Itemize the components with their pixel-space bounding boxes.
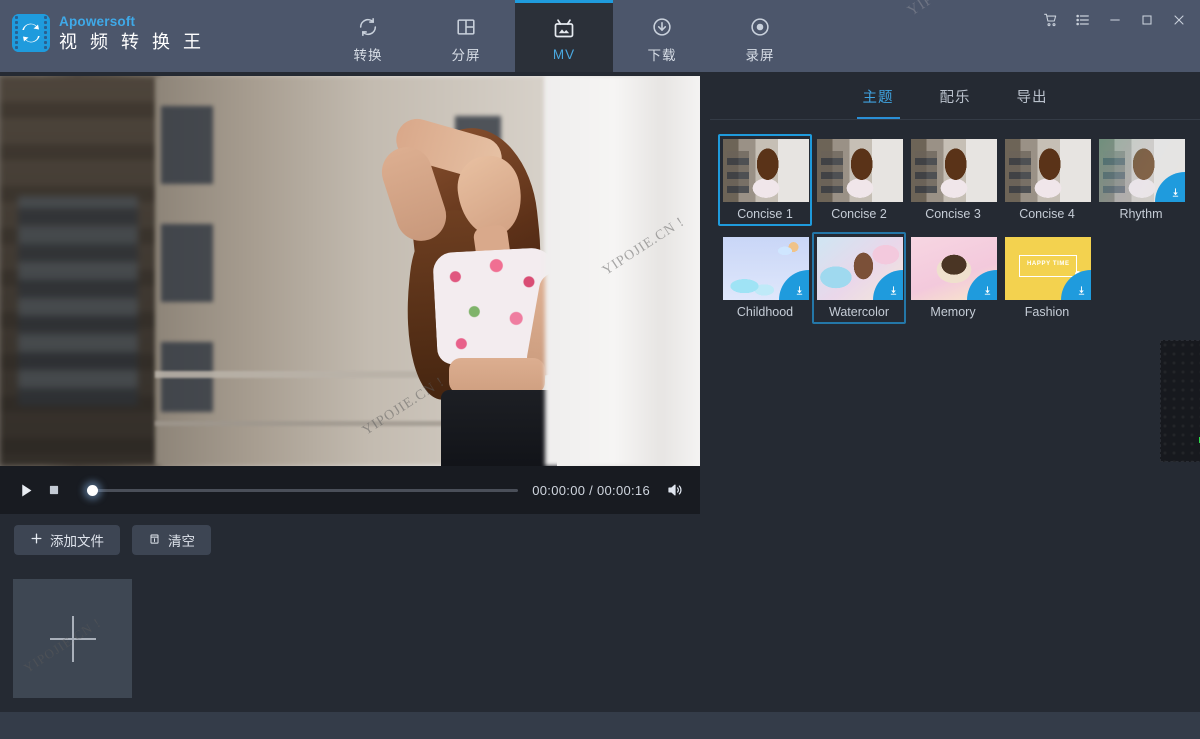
brand-name-cn: 视 频 转 换 王 [59, 33, 205, 51]
brand-name-en: Apowersoft [59, 15, 205, 29]
theme-label: Watercolor [817, 305, 901, 319]
theme-label: Concise 1 [723, 207, 807, 221]
theme-thumbnail [911, 139, 997, 202]
video-preview[interactable]: YIPOJIE.CN ! YIPOJIE.CN ! [0, 76, 700, 466]
seek-track [92, 489, 518, 492]
cart-icon[interactable] [1036, 6, 1066, 34]
tab-theme[interactable]: 主题 [857, 76, 900, 119]
preview-right-blur [545, 76, 700, 466]
theme-item-concise-2[interactable]: Concise 2 [812, 134, 906, 226]
file-toolbar: 添加文件 清空 [0, 514, 710, 566]
window-controls [1036, 6, 1194, 34]
theme-grid: Concise 1 Concise 2 Concise 3 Concise 4 [710, 120, 1200, 330]
theme-item-concise-4[interactable]: Concise 4 [1000, 134, 1094, 226]
theme-thumbnail [911, 237, 997, 300]
theme-thumbnail [723, 237, 809, 300]
nav-tab-record-label: 录屏 [746, 44, 775, 64]
theme-thumbnail [817, 237, 903, 300]
seek-handle[interactable] [87, 485, 98, 496]
nav-tab-record[interactable]: 录屏 [711, 0, 809, 72]
tab-theme-label: 主题 [863, 86, 894, 107]
theme-label: Memory [911, 305, 995, 319]
theme-label: Childhood [723, 305, 807, 319]
plus-icon [50, 616, 96, 662]
theme-item-memory[interactable]: Memory [906, 232, 1000, 324]
theme-label: Fashion [1005, 305, 1089, 319]
theme-label: Rhythm [1099, 207, 1183, 221]
add-media-dropzone[interactable]: YIPOJIE.CN ! [13, 579, 132, 698]
right-panel: 主题 配乐 导出 Concise 1 Concise 2 Concise 3 [710, 76, 1200, 514]
nav-tab-download[interactable]: 下载 [613, 0, 711, 72]
theme-label: Concise 4 [1005, 207, 1089, 221]
close-icon[interactable] [1164, 6, 1194, 34]
stop-button[interactable] [40, 476, 68, 504]
theme-item-watercolor[interactable]: Watercolor [812, 232, 906, 324]
theme-thumbnail [1099, 139, 1185, 202]
main-nav: 转换 分屏 [319, 0, 809, 72]
nav-tab-mv[interactable]: MV [515, 0, 613, 72]
tab-export[interactable]: 导出 [1011, 76, 1054, 119]
nav-tab-splitscreen-label: 分屏 [452, 44, 481, 64]
volume-icon[interactable] [662, 477, 688, 503]
nav-tab-splitscreen[interactable]: 分屏 [417, 0, 515, 72]
plus-icon [30, 532, 43, 548]
preview-left-blur [0, 76, 160, 466]
tab-export-label: 导出 [1017, 86, 1048, 107]
title-bar: Apowersoft 视 频 转 换 王 转换 [0, 0, 1200, 72]
seek-bar[interactable] [78, 476, 526, 504]
tab-soundtrack[interactable]: 配乐 [934, 76, 977, 119]
theme-thumbnail [817, 139, 903, 202]
clear-button[interactable]: 清空 [132, 525, 211, 555]
media-strip: YIPOJIE.CN ! [0, 566, 1200, 712]
overlay-popup-panel[interactable] [1160, 340, 1200, 462]
right-panel-tabs: 主题 配乐 导出 [710, 76, 1200, 120]
record-circle-icon [749, 16, 771, 38]
fashion-thumb-text: HAPPY TIME [1027, 261, 1070, 267]
tab-soundtrack-label: 配乐 [940, 86, 971, 107]
download-circle-icon [651, 16, 673, 38]
clear-button-label: 清空 [168, 530, 195, 550]
theme-thumbnail [1005, 139, 1091, 202]
brand: Apowersoft 视 频 转 换 王 [0, 0, 205, 52]
split-screen-icon [455, 16, 477, 38]
theme-item-concise-3[interactable]: Concise 3 [906, 134, 1000, 226]
convert-refresh-icon [357, 16, 379, 38]
minimize-icon[interactable] [1100, 6, 1130, 34]
theme-thumbnail [723, 139, 809, 202]
theme-label: Concise 2 [817, 207, 901, 221]
list-menu-icon[interactable] [1068, 6, 1098, 34]
add-file-button-label: 添加文件 [50, 530, 104, 550]
theme-item-concise-1[interactable]: Concise 1 [718, 134, 812, 226]
watermark-titlebar: YIPOJIE.CN ! [905, 0, 998, 20]
theme-item-childhood[interactable]: Childhood [718, 232, 812, 324]
player-controls: 00:00:00 / 00:00:16 [0, 466, 700, 514]
add-file-button[interactable]: 添加文件 [14, 525, 120, 555]
nav-tab-download-label: 下载 [648, 44, 677, 64]
theme-item-rhythm[interactable]: Rhythm [1094, 134, 1188, 226]
tv-mv-icon [552, 17, 576, 41]
time-display: 00:00:00 / 00:00:16 [532, 483, 650, 498]
theme-label: Concise 3 [911, 207, 995, 221]
video-convert-logo-icon [12, 14, 50, 52]
play-button[interactable] [12, 476, 40, 504]
theme-item-fashion[interactable]: HAPPY TIME Fashion [1000, 232, 1094, 324]
status-bar [0, 712, 1200, 739]
nav-tab-mv-label: MV [553, 47, 575, 62]
theme-thumbnail: HAPPY TIME [1005, 237, 1091, 300]
app-window: Apowersoft 视 频 转 换 王 转换 [0, 0, 1200, 739]
nav-tab-convert[interactable]: 转换 [319, 0, 417, 72]
nav-tab-convert-label: 转换 [354, 44, 383, 64]
maximize-icon[interactable] [1132, 6, 1162, 34]
preview-center-scene [155, 76, 545, 466]
trash-icon [148, 531, 161, 549]
